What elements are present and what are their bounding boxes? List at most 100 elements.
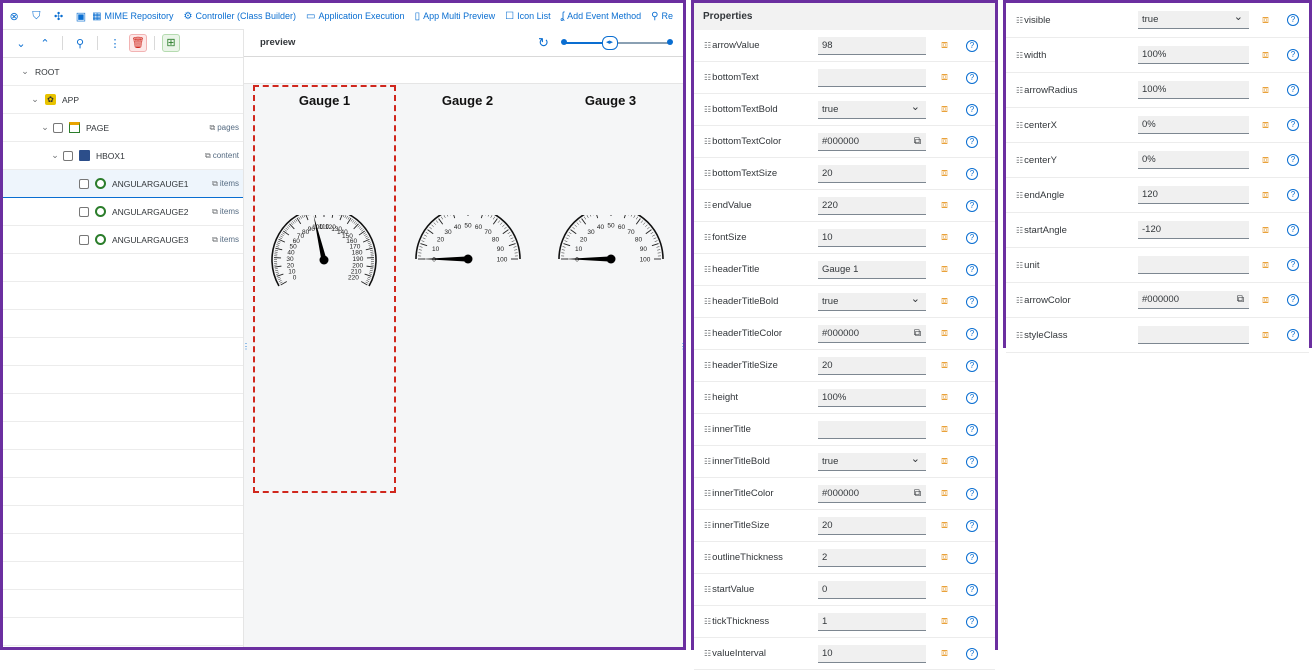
collapse-all-icon[interactable]: ⌃ (35, 37, 55, 50)
add-control-icon[interactable]: ⊞ (162, 34, 180, 52)
tree-row-app[interactable]: ⌄ ✿ APP (3, 86, 243, 114)
property-select[interactable]: true (1138, 11, 1249, 29)
chevron-down-icon[interactable]: ⌄ (19, 66, 31, 77)
folder-icon[interactable]: ⧈ (941, 167, 948, 180)
resize-handle-icon[interactable]: ⋮ (242, 342, 250, 351)
controller-link[interactable]: ⚙Controller (Class Builder) (184, 11, 297, 22)
property-input[interactable]: 0% (1138, 116, 1249, 134)
help-icon[interactable]: ? (966, 296, 978, 308)
property-color-input[interactable]: #000000 (818, 485, 926, 503)
property-binding-icon[interactable]: ☷ (1016, 261, 1022, 270)
help-icon[interactable]: ? (966, 40, 978, 52)
tree-row-gauge2[interactable]: ANGULARGAUGE2 ⧉items (3, 198, 243, 226)
property-binding-icon[interactable]: ☷ (704, 361, 710, 370)
property-binding-icon[interactable]: ☷ (704, 329, 710, 338)
property-binding-icon[interactable]: ☷ (704, 297, 710, 306)
folder-icon[interactable]: ⧈ (941, 39, 948, 52)
property-input[interactable]: 20 (818, 165, 926, 183)
search-icon[interactable]: ⚲ (70, 37, 90, 50)
property-binding-icon[interactable]: ☷ (704, 169, 710, 178)
help-icon[interactable]: ? (966, 360, 978, 372)
property-input[interactable]: 2 (818, 549, 926, 567)
property-binding-icon[interactable]: ☷ (1016, 296, 1022, 305)
folder-icon[interactable]: ⧈ (1262, 14, 1269, 27)
tree-row-root[interactable]: ⌄ ROOT (3, 58, 243, 86)
refresh-icon[interactable]: ↻ (538, 35, 549, 51)
property-binding-icon[interactable]: ☷ (1016, 156, 1022, 165)
help-icon[interactable]: ? (1287, 259, 1299, 271)
folder-icon[interactable]: ⧈ (941, 391, 948, 404)
checkbox[interactable] (79, 207, 89, 217)
expand-all-icon[interactable]: ⌄ (11, 37, 31, 50)
app-multi-preview-link[interactable]: ▯App Multi Preview (415, 11, 496, 22)
help-icon[interactable]: ? (966, 328, 978, 340)
tools-icon[interactable]: ✣ (48, 10, 70, 23)
property-binding-icon[interactable]: ☷ (704, 73, 710, 82)
folder-icon[interactable]: ⧈ (941, 519, 948, 532)
property-binding-icon[interactable]: ☷ (704, 105, 710, 114)
property-input[interactable]: 20 (818, 357, 926, 375)
checkbox[interactable] (79, 235, 89, 245)
property-input[interactable]: -120 (1138, 221, 1249, 239)
property-input[interactable]: 100% (1138, 46, 1249, 64)
folder-icon[interactable]: ⧈ (941, 263, 948, 276)
property-input[interactable]: 20 (818, 517, 926, 535)
property-input[interactable] (1138, 326, 1249, 344)
folder-icon[interactable]: ⧈ (941, 295, 948, 308)
mime-repository-link[interactable]: ▦MIME Repository (92, 11, 173, 22)
folder-icon[interactable]: ⧈ (1262, 329, 1269, 342)
property-input[interactable]: 10 (818, 645, 926, 663)
glasses-icon[interactable]: ⊗ (3, 10, 25, 23)
property-binding-icon[interactable]: ☷ (704, 457, 710, 466)
folder-icon[interactable]: ⧈ (941, 135, 948, 148)
property-binding-icon[interactable]: ☷ (704, 617, 710, 626)
property-color-input[interactable]: #000000 (818, 325, 926, 343)
chevron-down-icon[interactable]: ⌄ (29, 94, 41, 105)
property-input[interactable]: Gauge 1 (818, 261, 926, 279)
help-icon[interactable]: ? (1287, 294, 1299, 306)
app-execution-link[interactable]: ▭Application Execution (306, 11, 405, 22)
chevron-down-icon[interactable]: ⌄ (39, 122, 51, 133)
help-icon[interactable]: ? (1287, 84, 1299, 96)
help-icon[interactable]: ? (966, 72, 978, 84)
property-select[interactable]: true (818, 101, 926, 119)
help-icon[interactable]: ? (966, 552, 978, 564)
help-icon[interactable]: ? (1287, 119, 1299, 131)
save-icon[interactable]: ▣ (70, 10, 92, 23)
help-icon[interactable]: ? (966, 616, 978, 628)
property-binding-icon[interactable]: ☷ (704, 393, 710, 402)
folder-icon[interactable]: ⧈ (1262, 259, 1269, 272)
property-binding-icon[interactable]: ☷ (704, 553, 710, 562)
shield-icon[interactable]: ⛉ (25, 10, 47, 23)
property-binding-icon[interactable]: ☷ (1016, 226, 1022, 235)
help-icon[interactable]: ? (966, 168, 978, 180)
folder-icon[interactable]: ⧈ (1262, 154, 1269, 167)
help-icon[interactable]: ? (1287, 154, 1299, 166)
property-input[interactable] (1138, 256, 1249, 274)
help-icon[interactable]: ? (966, 392, 978, 404)
property-binding-icon[interactable]: ☷ (1016, 86, 1022, 95)
folder-icon[interactable]: ⧈ (941, 231, 948, 244)
help-icon[interactable]: ? (966, 648, 978, 660)
property-binding-icon[interactable]: ☷ (704, 425, 710, 434)
help-icon[interactable]: ? (1287, 329, 1299, 341)
tree-row-hbox[interactable]: ⌄ HBOX1 ⧉content (3, 142, 243, 170)
checkbox[interactable] (53, 123, 63, 133)
property-select[interactable]: true (818, 453, 926, 471)
folder-icon[interactable]: ⧈ (1262, 224, 1269, 237)
tree-row-page[interactable]: ⌄ PAGE ⧉pages (3, 114, 243, 142)
folder-icon[interactable]: ⧈ (1262, 294, 1269, 307)
help-icon[interactable]: ? (966, 456, 978, 468)
property-color-input[interactable]: #000000 (818, 133, 926, 151)
help-icon[interactable]: ? (966, 136, 978, 148)
help-icon[interactable]: ? (966, 488, 978, 500)
property-input[interactable] (818, 69, 926, 87)
help-icon[interactable]: ? (966, 520, 978, 532)
folder-icon[interactable]: ⧈ (941, 647, 948, 660)
property-input[interactable]: 10 (818, 229, 926, 247)
help-icon[interactable]: ? (966, 584, 978, 596)
folder-icon[interactable]: ⧈ (1262, 84, 1269, 97)
property-binding-icon[interactable]: ☷ (704, 489, 710, 498)
property-input[interactable]: 0 (818, 581, 926, 599)
help-icon[interactable]: ? (1287, 49, 1299, 61)
